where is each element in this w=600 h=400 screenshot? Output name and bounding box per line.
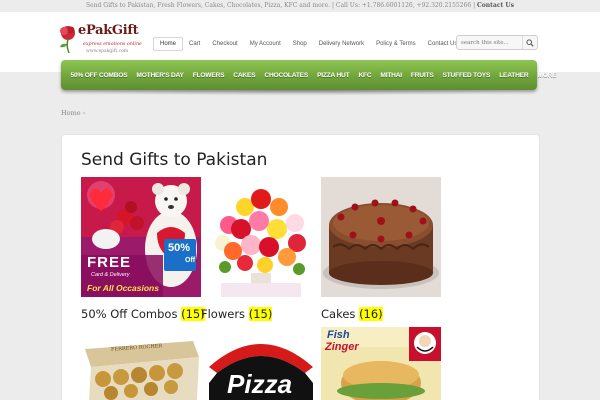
category-name: 50% Off Combos: [81, 307, 178, 321]
nav-shop[interactable]: Shop: [287, 37, 313, 51]
search-input[interactable]: [461, 38, 521, 48]
top-info-bar: Send Gifts to Pakistan, Fresh Flowers, C…: [0, 0, 600, 12]
combo-badge-off: Off: [185, 257, 196, 264]
chocolate-cake-image: [321, 177, 441, 297]
category-count: (15): [248, 307, 273, 321]
category-image-flowers[interactable]: [201, 177, 321, 297]
combo-badge-percent: 50%: [168, 242, 191, 254]
nav-bar-shadow: [66, 90, 532, 96]
cat-nav-mothers-day[interactable]: MOTHER'S DAY: [132, 72, 188, 79]
combo-banner-sub: Card & Delivery: [91, 272, 130, 278]
site-logo[interactable]: ePakGift express emotions online www.epa…: [58, 22, 148, 58]
breadcrumb-separator: ›: [82, 109, 86, 117]
cat-nav-50-off-combos[interactable]: 50% OFF COMBOS: [66, 72, 132, 79]
cat-nav-more[interactable]: MORE: [533, 72, 561, 79]
cat-nav-pizza-hut[interactable]: PIZZA HUT: [313, 72, 354, 79]
category-name: Flowers: [201, 307, 246, 321]
page-title: Send Gifts to Pakistan: [81, 150, 268, 170]
cat-nav-flowers[interactable]: FLOWERS: [188, 72, 229, 79]
category-label-combos[interactable]: 50% Off Combos (15): [81, 307, 205, 321]
top-navigation: Home Cart Checkout My Account Shop Deliv…: [153, 37, 463, 51]
nav-cart[interactable]: Cart: [183, 37, 206, 51]
logo-name: ePakGift: [78, 23, 139, 38]
cat-nav-cakes[interactable]: CAKES: [229, 72, 260, 79]
category-nav-bar: 50% OFF COMBOS MOTHER'S DAY FLOWERS CAKE…: [61, 60, 557, 90]
category-image-cakes[interactable]: [321, 177, 441, 297]
category-image-kfc[interactable]: Fish Zinger: [321, 327, 441, 400]
category-image-pizza[interactable]: Pizza: [201, 327, 321, 400]
nav-checkout[interactable]: Checkout: [206, 37, 243, 51]
rose-bouquet-image: [201, 177, 321, 297]
search-box: [456, 35, 538, 50]
combo-banner-bottom: For All Occasions: [87, 283, 159, 293]
cat-nav-chocolates[interactable]: CHOCOLATES: [260, 72, 313, 79]
pizza-hut-logo-text: Pizza: [227, 369, 293, 399]
cat-nav-kfc[interactable]: KFC: [354, 72, 376, 79]
cat-nav-fruits[interactable]: FRUITS: [406, 72, 438, 79]
ferrero-rocher-box-image: [81, 327, 201, 400]
kfc-promo-fish: Fish: [327, 329, 350, 341]
logo-url: www.epakgift.com: [86, 49, 129, 54]
top-info-text: Send Gifts to Pakistan, Fresh Flowers, C…: [86, 2, 476, 9]
logo-tagline: express emotions online: [83, 42, 142, 47]
nav-delivery-network[interactable]: Delivery Network: [313, 37, 370, 51]
breadcrumb: Home ›: [61, 109, 85, 117]
search-button[interactable]: [522, 36, 537, 49]
category-count: (16): [359, 307, 383, 321]
category-label-cakes[interactable]: Cakes (16): [321, 307, 383, 321]
combo-banner-free: FREE: [87, 254, 132, 271]
nav-my-account[interactable]: My Account: [244, 37, 287, 51]
cat-nav-mithai[interactable]: MITHAI: [376, 72, 407, 79]
kfc-promo-zinger: Zinger: [325, 341, 359, 353]
cat-nav-leather[interactable]: LEATHER: [495, 72, 533, 79]
nav-home[interactable]: Home: [153, 37, 184, 51]
cat-nav-stuffed-toys[interactable]: STUFFED TOYS: [438, 72, 495, 79]
teddy-roses-combo-image: [81, 177, 201, 297]
category-image-combos[interactable]: FREE Card & Delivery For All Occasions 5…: [81, 177, 201, 297]
category-image-chocolates[interactable]: FERRERO ROCHER: [81, 327, 201, 400]
category-name: Cakes: [321, 307, 356, 321]
nav-policy-terms[interactable]: Policy & Terms: [370, 37, 422, 51]
search-icon: [526, 38, 534, 47]
category-label-flowers[interactable]: Flowers (15): [201, 307, 273, 321]
breadcrumb-home[interactable]: Home: [61, 109, 81, 117]
contact-us-link[interactable]: Contact Us: [477, 2, 514, 9]
flower-logo-icon: [60, 26, 75, 54]
